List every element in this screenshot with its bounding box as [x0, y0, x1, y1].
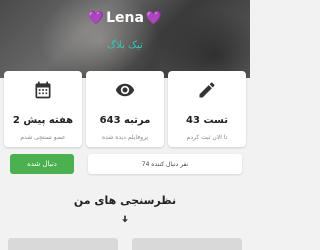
stat-card-views[interactable]: 643 مرتبه پروفایلم دیده شده: [86, 71, 164, 147]
followed-button[interactable]: دنبال شده: [10, 154, 74, 174]
stat-card-joined[interactable]: 2 هفته پیش عضو تستچی شدم: [4, 71, 82, 147]
stat-value: 2 هفته پیش: [12, 115, 74, 126]
profile-name: Lena: [106, 10, 144, 26]
purple-heart-icon: 💜: [145, 10, 163, 26]
stat-label: پروفایلم دیده شده: [102, 134, 148, 141]
stat-card-tests[interactable]: 43 تست تا الان ثبت کردم: [168, 71, 246, 147]
profile-name-row: 💜 Lena 💜: [0, 10, 250, 26]
stat-value: 43 تست: [186, 115, 228, 126]
stat-value: 643 مرتبه: [99, 115, 151, 126]
calendar-icon: [33, 79, 53, 101]
purple-heart-icon: 💜: [87, 10, 105, 26]
poll-card[interactable]: [132, 238, 242, 250]
arrow-down-icon: [119, 214, 131, 226]
follower-count[interactable]: 74 نفر دنبال کننده: [88, 154, 242, 174]
pencil-icon: [197, 79, 217, 101]
stat-label: عضو تستچی شدم: [20, 134, 66, 141]
profile-subtitle: تیک بلاگ: [107, 40, 143, 51]
section-title: نظرسنجی های من: [73, 194, 177, 207]
eye-icon: [114, 79, 136, 101]
stats-cards: 43 تست تا الان ثبت کردم 643 مرتبه پروفای…: [4, 71, 246, 147]
stat-label: تا الان ثبت کردم: [186, 134, 228, 141]
poll-card[interactable]: [8, 238, 118, 250]
